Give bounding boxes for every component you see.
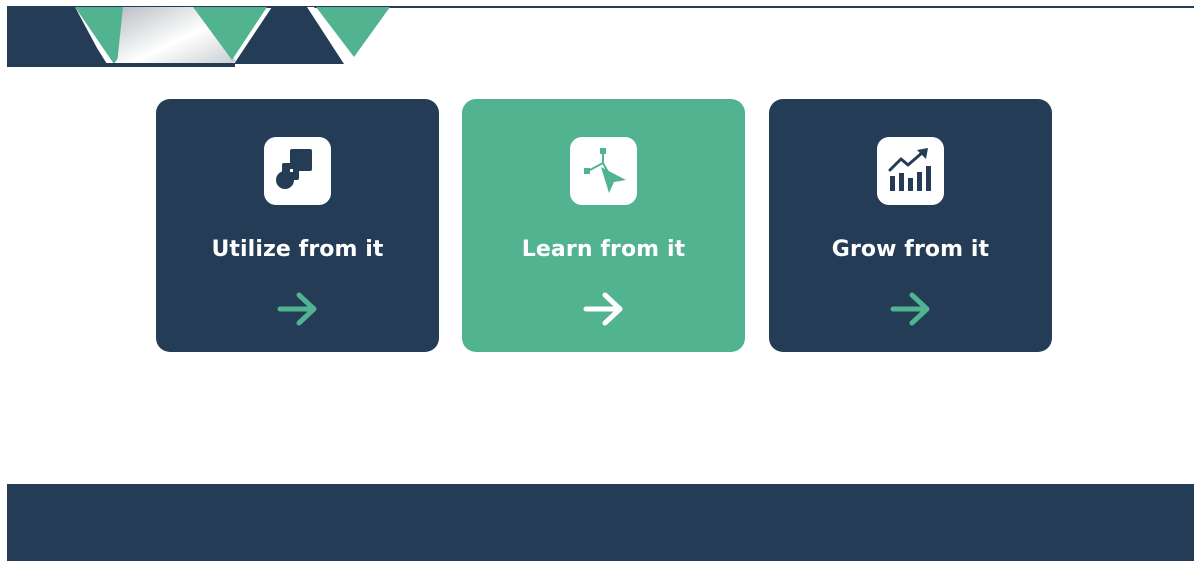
card-utilize[interactable]: Utilize from it: [156, 99, 439, 352]
shapes-icon: [264, 137, 331, 205]
footer-band: [7, 484, 1194, 561]
arrow-right-icon[interactable]: [583, 291, 625, 327]
card-learn[interactable]: Learn from it: [462, 99, 745, 352]
page: Utilize from it Learn from it Grow from …: [0, 0, 1194, 561]
decorative-triangle-banner: [7, 7, 392, 67]
card-title: Utilize from it: [211, 237, 384, 262]
feature-cards: Utilize from it Learn from it Grow from …: [0, 99, 1194, 352]
cursor-path-icon: [570, 137, 637, 205]
growth-chart-icon: [877, 137, 944, 205]
arrow-right-icon[interactable]: [890, 291, 932, 327]
card-title: Learn from it: [521, 237, 686, 262]
arrow-right-icon[interactable]: [277, 291, 319, 327]
card-title: Grow from it: [831, 237, 990, 262]
card-grow[interactable]: Grow from it: [769, 99, 1052, 352]
